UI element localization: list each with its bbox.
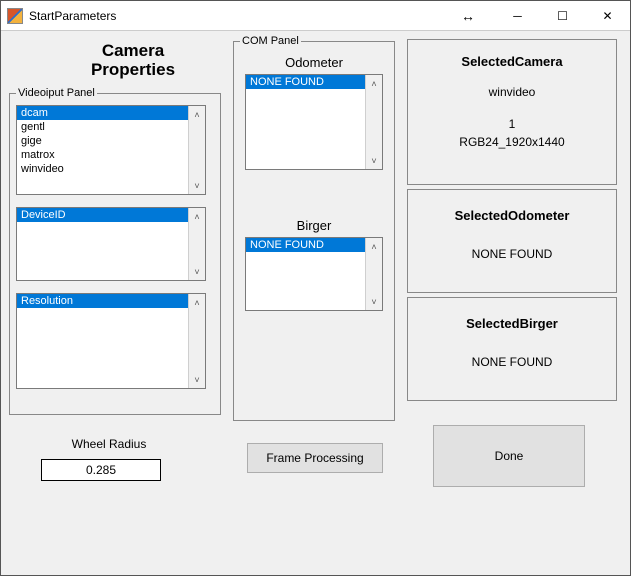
wheel-radius-input[interactable] (41, 459, 161, 481)
list-item[interactable]: NONE FOUND (246, 238, 365, 252)
maximize-button[interactable]: ☐ (540, 1, 585, 31)
resize-grip-icon[interactable]: ↔ (461, 8, 475, 24)
scroll-down-icon[interactable]: ˅ (366, 293, 382, 310)
frame-processing-button[interactable]: Frame Processing (247, 443, 383, 473)
scroll-down-icon[interactable]: ˅ (189, 263, 205, 280)
scroll-up-icon[interactable]: ˄ (366, 238, 382, 255)
selected-birger-value: NONE FOUND (416, 355, 608, 369)
videoinput-panel: Videoiput Panel dcam gentl gige matrox w… (9, 87, 221, 415)
selected-birger-title: SelectedBirger (416, 316, 608, 331)
selected-camera-title: SelectedCamera (416, 54, 608, 69)
scroll-down-icon[interactable]: ˅ (189, 177, 205, 194)
selected-odometer-card: SelectedOdometer NONE FOUND (407, 189, 617, 293)
list-item[interactable]: Resolution (17, 294, 188, 308)
list-item[interactable]: gentl (17, 120, 188, 134)
videoinput-legend: Videoiput Panel (16, 87, 97, 99)
birger-label: Birger (240, 218, 388, 233)
list-item[interactable]: NONE FOUND (246, 75, 365, 89)
selected-odometer-title: SelectedOdometer (416, 208, 608, 223)
list-item[interactable]: winvideo (17, 162, 188, 176)
selected-camera-device: 1 (416, 117, 608, 131)
odometer-label: Odometer (240, 55, 388, 70)
scroll-up-icon[interactable]: ˄ (189, 106, 205, 123)
scroll-down-icon[interactable]: ˅ (366, 152, 382, 169)
list-item[interactable]: DeviceID (17, 208, 188, 222)
close-button[interactable]: ✕ (585, 1, 630, 31)
birger-listbox[interactable]: NONE FOUND ˄ ˅ (245, 237, 383, 311)
scroll-up-icon[interactable]: ˄ (189, 294, 205, 311)
scrollbar[interactable]: ˄ ˅ (365, 238, 382, 310)
app-icon (7, 8, 23, 24)
scroll-up-icon[interactable]: ˄ (366, 75, 382, 92)
selected-birger-card: SelectedBirger NONE FOUND (407, 297, 617, 401)
window-title: StartParameters (29, 9, 116, 23)
page-title: Camera Properties (63, 41, 203, 79)
selected-camera-adaptor: winvideo (416, 85, 608, 99)
minimize-button[interactable]: ─ (495, 1, 540, 31)
odometer-listbox[interactable]: NONE FOUND ˄ ˅ (245, 74, 383, 170)
scroll-down-icon[interactable]: ˅ (189, 371, 205, 388)
selected-odometer-value: NONE FOUND (416, 247, 608, 261)
list-item[interactable]: gige (17, 134, 188, 148)
resolution-listbox[interactable]: Resolution ˄ ˅ (16, 293, 206, 389)
scrollbar[interactable]: ˄ ˅ (188, 106, 205, 194)
scrollbar[interactable]: ˄ ˅ (188, 294, 205, 388)
com-panel: COM Panel Odometer NONE FOUND ˄ ˅ Birger… (233, 35, 395, 421)
wheel-radius-label: Wheel Radius (49, 437, 169, 451)
selected-camera-card: SelectedCamera winvideo 1 RGB24_1920x144… (407, 39, 617, 185)
deviceid-listbox[interactable]: DeviceID ˄ ˅ (16, 207, 206, 281)
done-button[interactable]: Done (433, 425, 585, 487)
scrollbar[interactable]: ˄ ˅ (365, 75, 382, 169)
titlebar: StartParameters ↔ ─ ☐ ✕ (1, 1, 630, 31)
list-item[interactable]: matrox (17, 148, 188, 162)
list-item[interactable]: dcam (17, 106, 188, 120)
selected-camera-format: RGB24_1920x1440 (416, 135, 608, 149)
scrollbar[interactable]: ˄ ˅ (188, 208, 205, 280)
com-legend: COM Panel (240, 35, 301, 47)
adaptor-listbox[interactable]: dcam gentl gige matrox winvideo ˄ ˅ (16, 105, 206, 195)
scroll-up-icon[interactable]: ˄ (189, 208, 205, 225)
